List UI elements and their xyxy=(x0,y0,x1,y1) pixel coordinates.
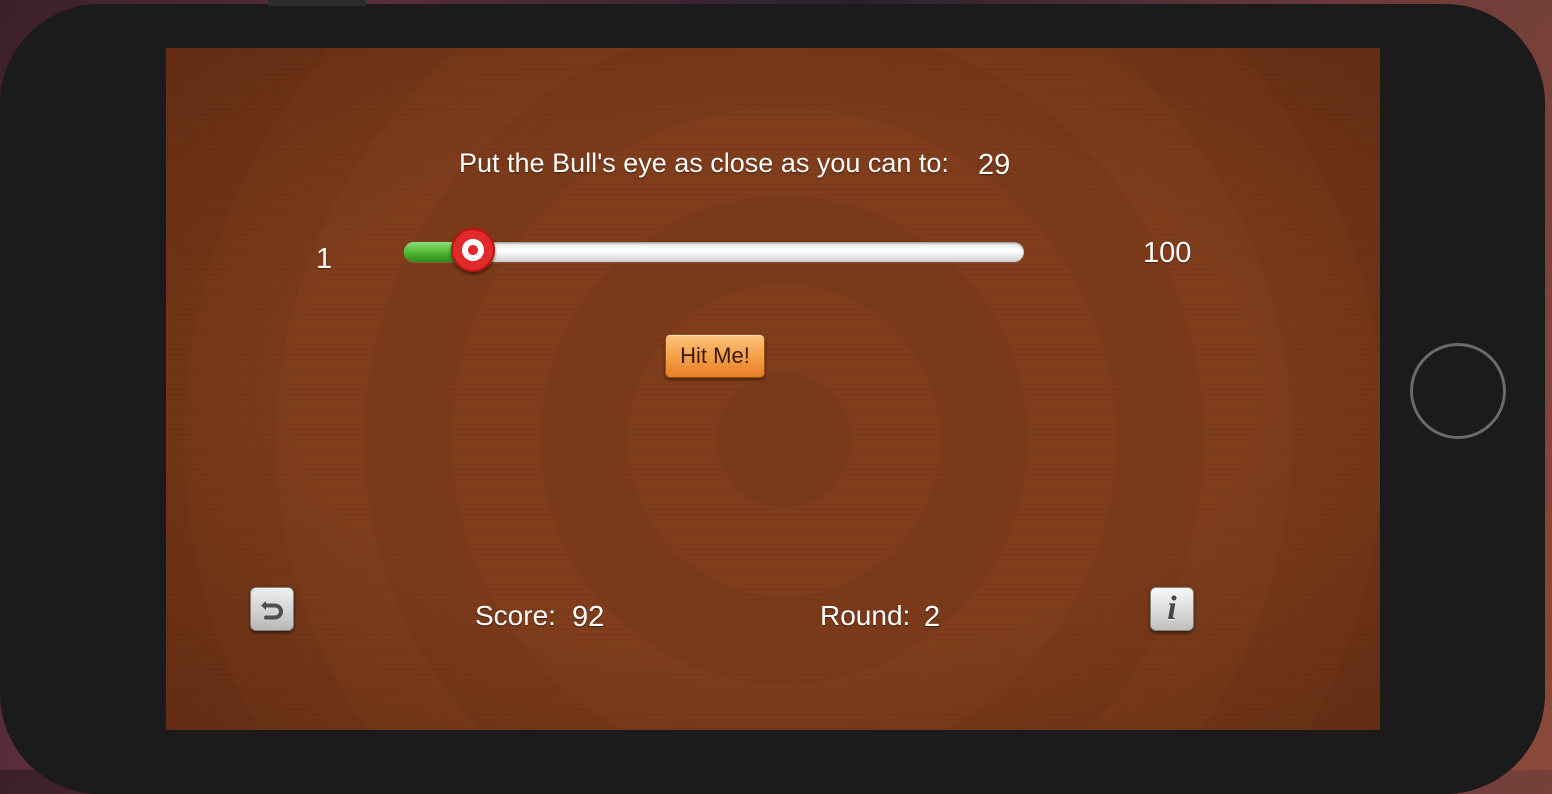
home-button[interactable] xyxy=(1410,343,1506,439)
restart-button[interactable] xyxy=(250,587,294,631)
slider-max-label: 100 xyxy=(1143,237,1192,269)
restart-arrow-icon xyxy=(261,601,283,620)
device-tab xyxy=(268,0,366,6)
round-value: 2 xyxy=(924,601,941,633)
instruction-label: Put the Bull's eye as close as you can t… xyxy=(459,148,949,178)
slider-track[interactable] xyxy=(404,228,1024,272)
score-label: Score: xyxy=(475,600,556,631)
score-value: 92 xyxy=(572,601,605,633)
slider-min-label: 1 xyxy=(316,243,333,275)
bullseye-thumb-icon[interactable] xyxy=(450,228,495,272)
info-icon: i xyxy=(1167,590,1177,627)
round-label: Round: xyxy=(820,600,911,631)
hit-me-button[interactable]: Hit Me! xyxy=(665,334,765,378)
target-value: 29 xyxy=(978,149,1011,181)
game-screen: Put the Bull's eye as close as you can t… xyxy=(166,48,1380,730)
info-button[interactable]: i xyxy=(1150,587,1194,631)
